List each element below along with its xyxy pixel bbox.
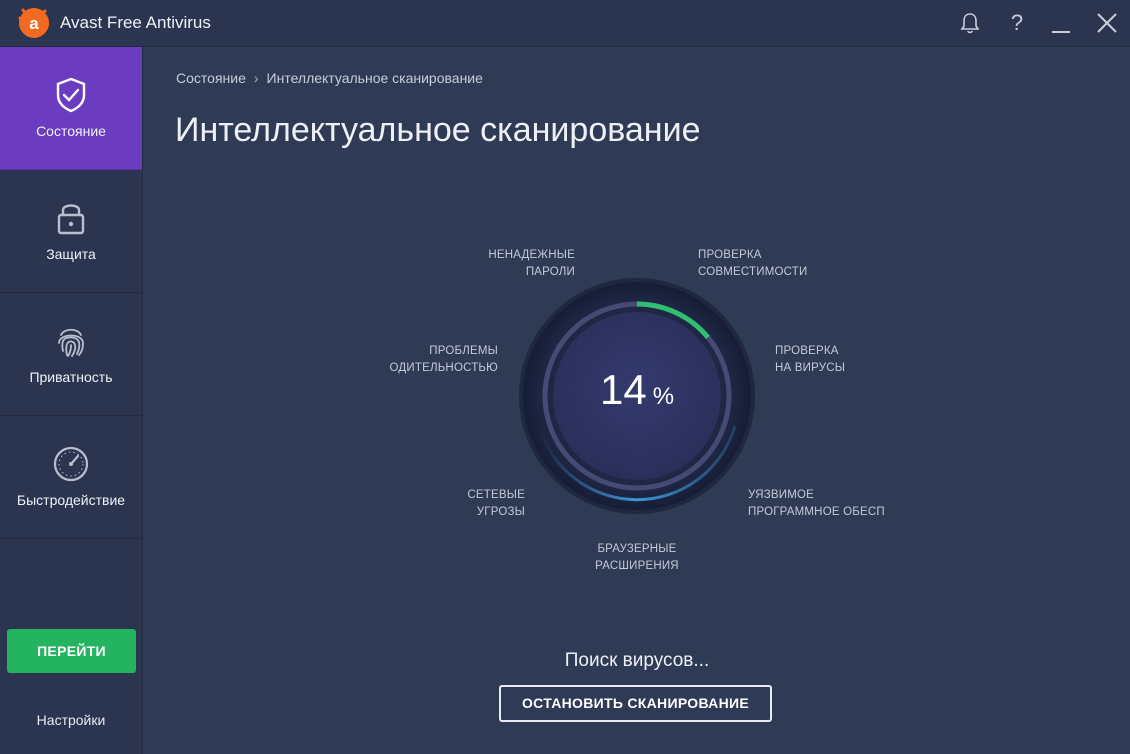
sidebar-item-label: Приватность	[29, 369, 113, 385]
page-title: Интеллектуальное сканирование	[175, 111, 701, 149]
lock-icon	[57, 204, 85, 235]
sidebar-item-label: Защита	[46, 246, 96, 262]
breadcrumb-root[interactable]: Состояние	[176, 70, 246, 86]
stage-label-viruses: ПРОВЕРКА НА ВИРУСЫ	[775, 345, 846, 374]
settings-link[interactable]: Настройки	[0, 712, 142, 728]
close-icon[interactable]	[1094, 10, 1120, 36]
scan-percent-value: 14	[599, 366, 647, 413]
scan-percent-unit: %	[652, 383, 675, 410]
sidebar-item-privacy[interactable]: Приватность	[0, 293, 142, 416]
breadcrumb-current: Интеллектуальное сканирование	[266, 70, 483, 86]
fingerprint-icon	[58, 328, 84, 357]
bell-icon[interactable]	[957, 10, 983, 36]
breadcrumb-separator: ›	[253, 70, 259, 86]
stage-label-browser: БРАУЗЕРНЫЕ РАСШИРЕНИЯ	[595, 543, 679, 572]
scan-status-text: Поиск вирусов...	[564, 650, 710, 671]
minimize-icon[interactable]	[1048, 10, 1074, 36]
sidebar: Состояние Защита Приватность Быстродейст…	[0, 47, 143, 754]
stop-scan-button[interactable]: ОСТАНОВИТЬ СКАНИРОВАНИЕ	[499, 685, 772, 722]
scan-percent: 14%	[517, 366, 757, 414]
sidebar-item-protection[interactable]: Защита	[0, 170, 142, 293]
breadcrumb: Состояние › Интеллектуальное сканирование	[176, 70, 483, 86]
sidebar-item-status[interactable]: Состояние	[0, 47, 142, 170]
shield-check-icon	[56, 77, 86, 113]
speedometer-icon	[53, 446, 89, 482]
title-bar: a Avast Free Antivirus ?	[0, 0, 1130, 47]
avast-logo-icon: a	[18, 8, 49, 38]
sidebar-item-label: Быстродействие	[16, 492, 126, 508]
sidebar-item-label: Состояние	[36, 123, 106, 139]
app-title: Avast Free Antivirus	[60, 13, 211, 32]
sidebar-item-performance[interactable]: Быстродействие	[0, 416, 142, 539]
go-button[interactable]: ПЕРЕЙТИ	[7, 629, 136, 673]
stage-label-performance: ПРОБЛЕМЫ ОДИТЕЛЬНОСТЬЮ	[389, 345, 498, 374]
help-icon[interactable]: ?	[1004, 10, 1030, 36]
stage-label-vulnerable-software: УЯЗВИМОЕ ПРОГРАММНОЕ ОБЕСП	[748, 489, 885, 518]
logo-letter: a	[29, 14, 39, 33]
